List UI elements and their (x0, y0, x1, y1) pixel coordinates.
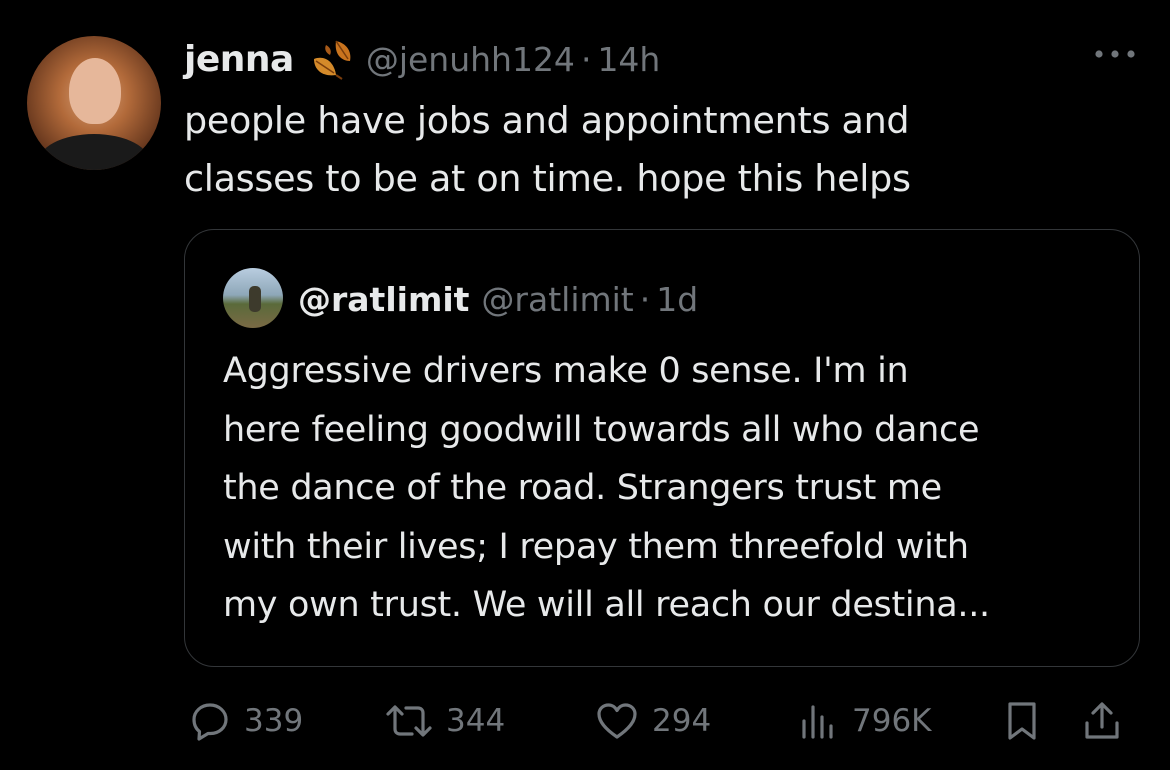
bookmark-button[interactable] (1002, 696, 1042, 746)
reply-icon (188, 699, 232, 743)
author-avatar[interactable] (27, 36, 161, 170)
share-button[interactable] (1080, 696, 1124, 746)
tweet-text-line: classes to be at on time. hope this help… (184, 157, 911, 200)
more-options-icon[interactable] (1092, 44, 1138, 64)
repost-icon (384, 699, 434, 743)
quoted-text-line: Aggressive drivers make 0 sense. I'm in (223, 351, 909, 391)
views-chart-icon (796, 699, 840, 743)
tweet-text: people have jobs and appointments and cl… (184, 92, 1114, 208)
quoted-text-line: my own trust. We will all reach our dest… (223, 585, 990, 625)
views-count: 796K (852, 703, 932, 739)
share-icon (1080, 699, 1124, 743)
tweet-text-line: people have jobs and appointments and (184, 99, 910, 142)
separator-dot: · (580, 39, 592, 79)
tweet-timestamp[interactable]: 14h (597, 40, 660, 79)
bookmark-icon (1002, 699, 1042, 743)
quoted-tweet-text: Aggressive drivers make 0 sense. I'm in … (223, 342, 1113, 635)
reply-count: 339 (244, 703, 304, 739)
like-button[interactable]: 294 (594, 696, 711, 746)
quoted-text-line: here feeling goodwill towards all who da… (223, 409, 980, 450)
quoted-text-line: with their lives; I repay them threefold… (223, 526, 969, 567)
avatar-face (69, 58, 121, 124)
quoted-tweet-header: @ratlimit @ratlimit · 1d (298, 274, 698, 324)
quoted-tweet-timestamp: 1d (656, 279, 699, 319)
quoted-author-avatar (223, 268, 283, 328)
quoted-author-handle: @ratlimit (481, 279, 634, 319)
autumn-leaves-icon (306, 37, 356, 81)
repost-button[interactable]: 344 (384, 696, 505, 746)
quoted-text-line: the dance of the road. Strangers trust m… (223, 468, 942, 508)
action-bar: 339 344 294 796K (184, 696, 1140, 746)
avatar-shirt (37, 134, 151, 170)
author-handle[interactable]: @jenuhh124 (366, 40, 575, 79)
heart-icon (594, 699, 640, 743)
repost-count: 344 (446, 703, 506, 739)
quoted-tweet[interactable]: @ratlimit @ratlimit · 1d Aggressive driv… (184, 229, 1140, 667)
quoted-author-name: @ratlimit (298, 279, 470, 319)
author-name[interactable]: jenna (184, 39, 294, 80)
like-count: 294 (652, 703, 712, 739)
tweet[interactable]: jenna @jenuhh124 · 14h people have jobs … (0, 0, 1170, 770)
separator-dot: · (639, 279, 651, 319)
tweet-header: jenna @jenuhh124 · 14h (184, 34, 660, 84)
views-button[interactable]: 796K (796, 696, 932, 746)
reply-button[interactable]: 339 (188, 696, 303, 746)
avatar-figure (249, 286, 261, 312)
